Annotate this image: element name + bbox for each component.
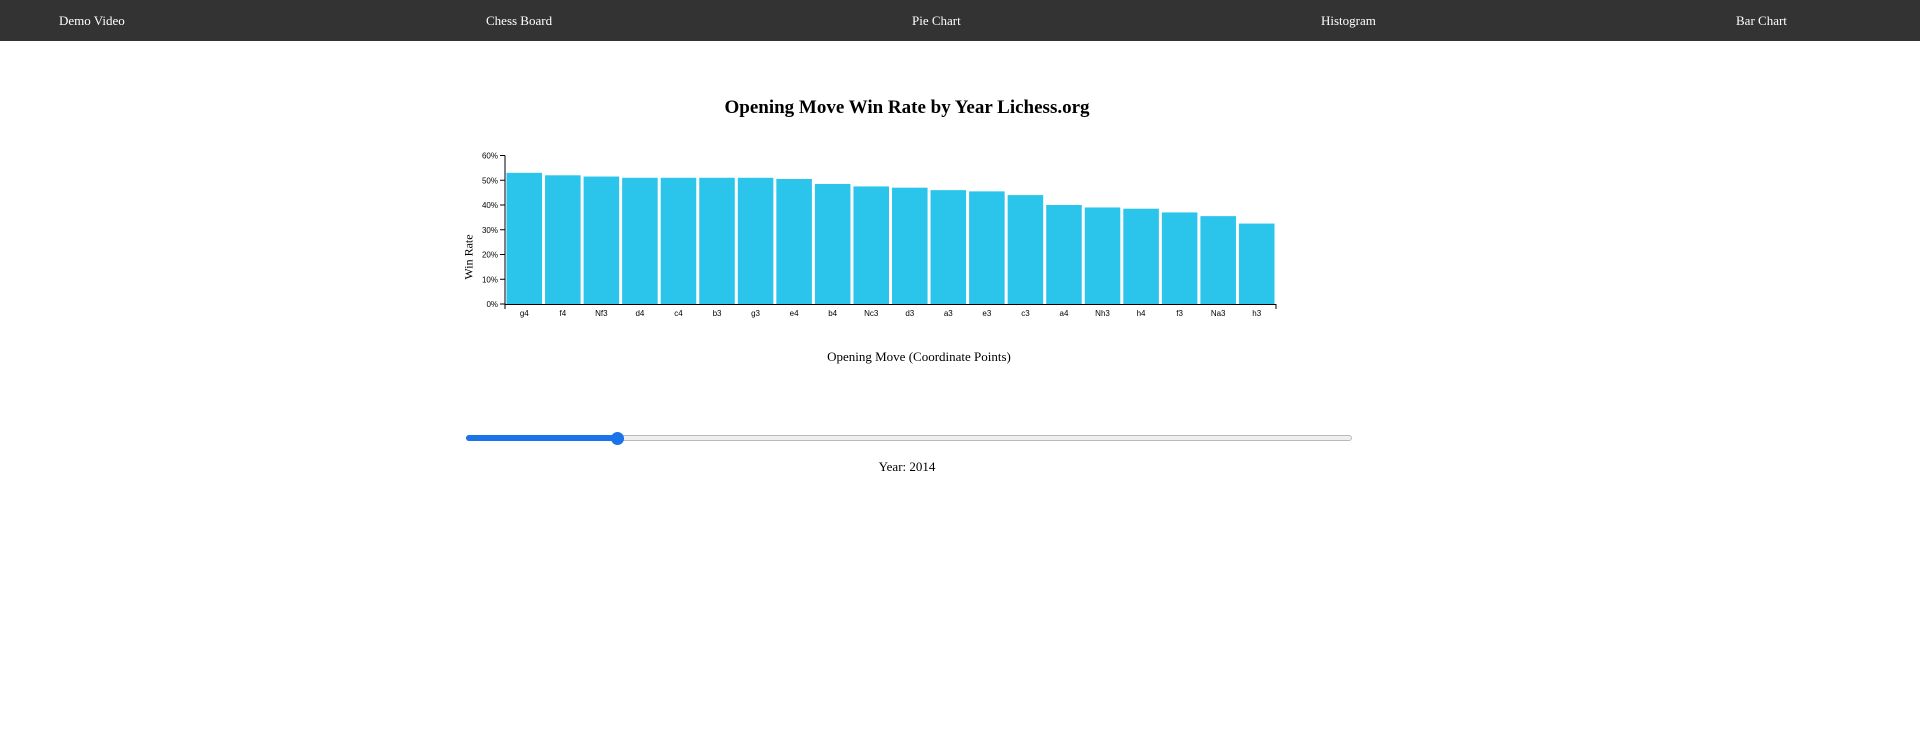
bar-f4 xyxy=(545,175,581,304)
y-tick-label: 60% xyxy=(482,152,498,161)
year-label: Year: 2014 xyxy=(878,459,936,474)
bar-a3 xyxy=(930,190,967,304)
y-tick-label: 20% xyxy=(482,251,498,260)
bar-b4 xyxy=(814,183,851,304)
bar-a4 xyxy=(1046,205,1082,304)
bar-Na3 xyxy=(1200,216,1236,304)
x-tick-label: c4 xyxy=(674,309,683,318)
x-tick-label: Nh3 xyxy=(1095,309,1110,318)
x-tick-label: e3 xyxy=(982,309,991,318)
x-tick-label: a3 xyxy=(944,309,953,318)
y-tick-label: 40% xyxy=(482,201,498,210)
bar-Nf3 xyxy=(583,176,620,304)
x-tick-label: g4 xyxy=(520,309,529,318)
bar-h3 xyxy=(1238,223,1275,304)
year-slider-thumb[interactable] xyxy=(610,432,624,445)
bar-e3 xyxy=(969,191,1005,304)
bar-b3 xyxy=(699,177,735,304)
bar-chart: 0% 10% 20% 30% 40% 50% 60% g4 f4 Nf3 d4 c4 b3 g3 e4 b4… xyxy=(482,152,1277,318)
x-tick-label: b4 xyxy=(828,309,837,318)
bar-h4 xyxy=(1123,208,1159,304)
bar-e4 xyxy=(776,179,812,304)
x-tick-label: Na3 xyxy=(1211,309,1226,318)
x-tick-label: g3 xyxy=(751,309,760,318)
bars-group xyxy=(506,172,1275,304)
bar-d4 xyxy=(622,177,658,304)
bar-g4 xyxy=(506,172,543,304)
x-tick-label: f4 xyxy=(559,309,566,318)
x-tick-label: Nf3 xyxy=(595,309,608,318)
bar-g3 xyxy=(737,177,774,304)
x-tick-label: d4 xyxy=(635,309,644,318)
x-tick-label: b3 xyxy=(713,309,722,318)
bar-c4 xyxy=(660,177,697,304)
x-tick-label: h3 xyxy=(1252,309,1261,318)
x-tick-label: f3 xyxy=(1176,309,1183,318)
bar-f3 xyxy=(1161,212,1198,304)
x-tick-label: d3 xyxy=(905,309,914,318)
bar-c3 xyxy=(1007,195,1044,304)
bar-d3 xyxy=(892,187,928,304)
y-axis-title: Win Rate xyxy=(461,234,476,280)
y-tick-label: 0% xyxy=(486,300,498,309)
bar-Nc3 xyxy=(853,186,889,304)
year-slider-fill xyxy=(466,435,617,441)
y-tick-label: 50% xyxy=(482,176,498,185)
year-slider[interactable] xyxy=(466,431,1352,445)
x-tick-label: h4 xyxy=(1137,309,1146,318)
y-tick-label: 10% xyxy=(482,275,498,284)
x-axis-title: Opening Move (Coordinate Points) xyxy=(827,349,1011,364)
x-tick-label: a4 xyxy=(1060,309,1069,318)
x-tick-label: c3 xyxy=(1021,309,1030,318)
y-tick-label: 30% xyxy=(482,226,498,235)
x-tick-label: e4 xyxy=(790,309,799,318)
x-tick-label: Nc3 xyxy=(864,309,879,318)
x-axis: g4 f4 Nf3 d4 c4 b3 g3 e4 b4 Nc3 d3 a3 e3 c3 a4 Nh3 h4 f3 N… xyxy=(504,304,1277,318)
y-axis: 0% 10% 20% 30% 40% 50% 60% xyxy=(482,152,506,309)
bar-Nh3 xyxy=(1084,207,1121,304)
